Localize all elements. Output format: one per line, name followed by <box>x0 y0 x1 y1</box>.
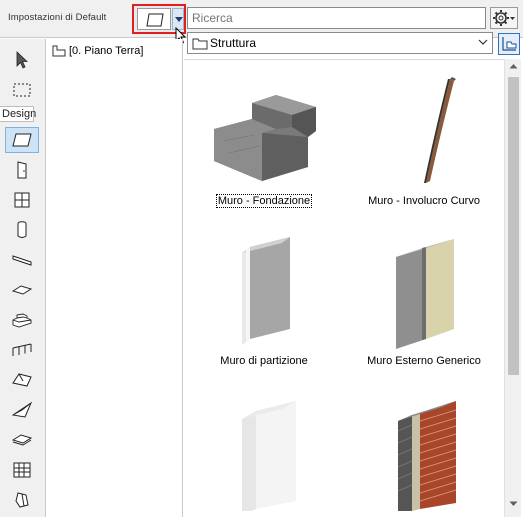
roof-tool[interactable] <box>5 367 39 393</box>
scroll-down-arrow-icon[interactable] <box>509 501 518 507</box>
white-wall-thumbnail <box>242 401 296 511</box>
folder-dropdown[interactable]: Struttura <box>187 32 493 54</box>
library-item[interactable]: Muro Esterno Generico <box>354 223 494 373</box>
folder-tree-icon <box>502 37 517 51</box>
column-tool[interactable] <box>5 217 39 243</box>
folder-icon <box>192 38 208 50</box>
curtain-wall-icon <box>13 462 31 478</box>
object-tool[interactable] <box>5 513 39 517</box>
wall-type-button[interactable] <box>137 8 171 30</box>
roof-icon <box>12 373 32 387</box>
folder-name: Struttura <box>210 36 257 50</box>
shell-icon <box>11 401 33 418</box>
mesh-tool[interactable] <box>5 427 39 453</box>
generic-exterior-wall-thumbnail <box>396 239 454 349</box>
wall-tool-icon <box>146 13 164 27</box>
gear-icon <box>493 10 515 26</box>
window-icon <box>14 192 30 208</box>
foundation-wall-thumbnail <box>214 95 316 181</box>
door-icon <box>17 161 27 179</box>
library-item[interactable]: Muro - Fondazione <box>194 63 334 213</box>
brick-wall-thumbnail <box>397 401 457 511</box>
curved-wall-thumbnail <box>424 77 456 183</box>
settings-button[interactable] <box>490 7 518 29</box>
library-item[interactable] <box>354 383 494 517</box>
item-label: Muro Esterno Generico <box>367 355 481 367</box>
item-label: Muro di partizione <box>220 355 308 367</box>
column-icon <box>17 221 27 238</box>
arrow-pointer-icon <box>16 51 29 69</box>
beam-icon <box>12 255 32 266</box>
tool-palette: Design <box>0 39 46 517</box>
default-settings-label: Impostazioni di Default <box>8 12 107 23</box>
tree-item-story[interactable]: [0. Piano Terra] <box>52 45 143 57</box>
scroll-up-arrow-icon[interactable] <box>509 63 518 69</box>
marquee-tool[interactable] <box>5 77 39 103</box>
chevron-down-icon <box>478 39 488 45</box>
arrow-tool[interactable] <box>5 47 39 73</box>
search-input[interactable] <box>187 7 486 29</box>
stair-tool[interactable] <box>5 307 39 333</box>
item-label: Muro - Fondazione <box>215 194 313 208</box>
morph-tool[interactable] <box>5 487 39 513</box>
marquee-icon <box>13 83 31 97</box>
library-item[interactable]: Muro - Involucro Curvo <box>354 63 494 213</box>
slab-tool[interactable] <box>5 277 39 303</box>
item-label: Muro - Involucro Curvo <box>368 195 480 207</box>
stair-icon <box>12 313 32 328</box>
morph-icon <box>15 492 29 508</box>
beam-tool[interactable] <box>5 247 39 273</box>
library-item-grid: Muro - Fondazione Muro - Involucro Curvo… <box>184 59 504 517</box>
navigator-tree: [0. Piano Terra] <box>47 39 183 517</box>
library-item[interactable] <box>194 383 334 517</box>
door-tool[interactable] <box>5 157 39 183</box>
shell-tool[interactable] <box>5 397 39 423</box>
library-panel: Struttura Muro - Fondazione Muro - Invol… <box>184 32 523 517</box>
railing-icon <box>12 343 32 356</box>
mesh-icon <box>11 434 33 446</box>
wall-tool[interactable] <box>5 127 39 153</box>
railing-tool[interactable] <box>5 337 39 363</box>
slab-icon <box>11 285 33 295</box>
up-folder-button[interactable] <box>498 33 520 55</box>
design-section-tab[interactable]: Design <box>0 106 36 122</box>
curtain-wall-tool[interactable] <box>5 457 39 483</box>
dropdown-arrow-icon <box>175 17 183 22</box>
partition-wall-thumbnail <box>242 237 290 345</box>
window-tool[interactable] <box>5 187 39 213</box>
library-item[interactable]: Muro di partizione <box>194 223 334 373</box>
tree-item-label: [0. Piano Terra] <box>69 45 144 57</box>
wall-icon <box>12 133 32 147</box>
story-icon <box>52 45 66 57</box>
scrollbar-thumb[interactable] <box>508 77 519 375</box>
vertical-scrollbar[interactable] <box>504 59 521 517</box>
